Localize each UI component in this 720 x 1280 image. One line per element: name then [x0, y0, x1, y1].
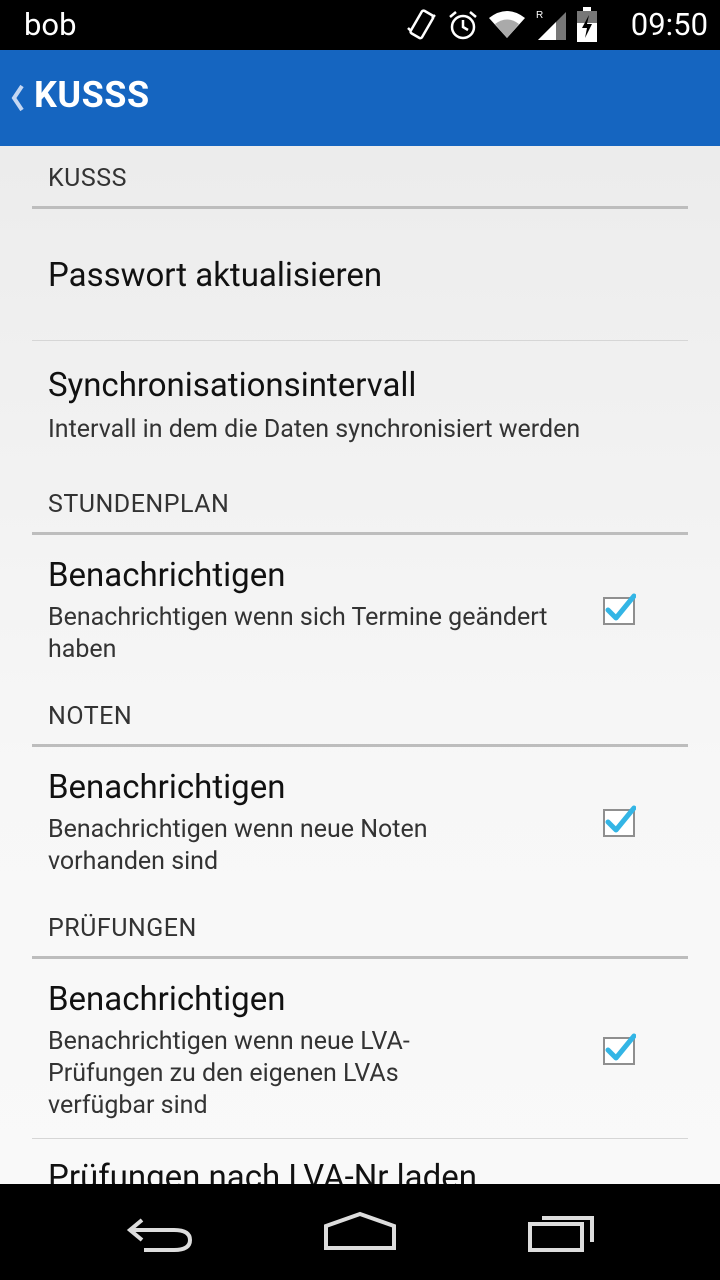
vibrate-icon: [407, 9, 436, 40]
pref-summary: Benachrichtigen wenn sich Termine geände…: [48, 603, 548, 664]
pref-title: Benachrichtigen: [48, 980, 286, 1019]
navigation-bar: [0, 1184, 720, 1280]
carrier-label: bob: [24, 6, 77, 43]
section-divider: [32, 956, 688, 959]
notify-timetable-checkbox[interactable]: [602, 592, 636, 626]
section-header-stundenplan: STUNDENPLAN: [48, 490, 230, 519]
back-icon[interactable]: [124, 1208, 196, 1256]
section-header-pruefungen: PRÜFUNGEN: [48, 914, 197, 943]
item-divider: [32, 1138, 688, 1139]
pref-summary: Benachrichtigen wenn neue Noten vorhande…: [48, 815, 428, 876]
item-divider: [32, 340, 688, 341]
recent-apps-icon[interactable]: [526, 1208, 598, 1256]
clock: 09:50: [630, 6, 708, 43]
pref-summary: Intervall in dem die Daten synchronisier…: [48, 415, 581, 444]
pref-title: Passwort aktualisieren: [48, 256, 383, 295]
alarm-icon: [449, 11, 477, 40]
pref-title: Benachrichtigen: [48, 768, 286, 807]
app-title[interactable]: KUSSS: [34, 74, 150, 116]
signal-icon: R: [536, 10, 566, 40]
action-bar: KUSSS: [0, 50, 720, 146]
notify-exams-checkbox[interactable]: [602, 1032, 636, 1066]
status-bar: bob R 09:50: [0, 0, 720, 50]
section-divider: [32, 532, 688, 535]
section-header-noten: NOTEN: [48, 702, 133, 731]
preferences-list[interactable]: KUSSS Passwort aktualisieren Synchronisa…: [0, 146, 720, 1184]
pref-title: Synchronisationsintervall: [48, 366, 417, 405]
section-divider: [32, 744, 688, 747]
pref-title: Prüfungen nach LVA-Nr laden: [48, 1158, 477, 1184]
pref-title: Benachrichtigen: [48, 556, 286, 595]
section-header-kusss: KUSSS: [48, 164, 127, 193]
notify-grades-checkbox[interactable]: [602, 804, 636, 838]
pref-summary: Benachrichtigen wenn neue LVA-Prüfungen …: [48, 1027, 410, 1120]
wifi-icon: [489, 11, 525, 38]
back-chevron-icon[interactable]: [8, 80, 28, 116]
home-icon[interactable]: [322, 1208, 398, 1256]
battery-charging-icon: [577, 7, 597, 42]
svg-text:R: R: [536, 10, 543, 21]
section-divider: [32, 206, 688, 209]
status-icons: R: [404, 7, 598, 42]
